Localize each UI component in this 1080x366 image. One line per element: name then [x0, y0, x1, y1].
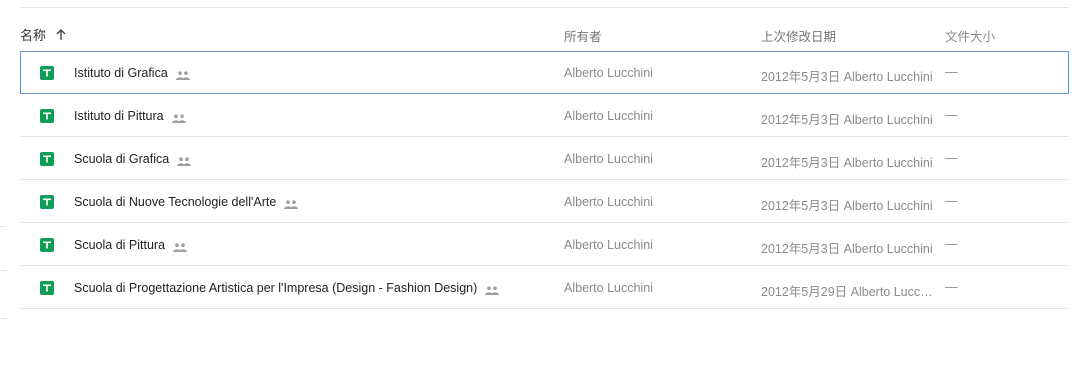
file-name: Scuola di Pittura: [74, 238, 188, 252]
file-size: —: [945, 108, 958, 122]
shared-people-icon: [177, 155, 192, 166]
file-name: Istituto di Grafica: [74, 66, 190, 80]
shared-people-icon: [485, 284, 500, 295]
file-modified: 2012年5月3日 Alberto Lucchini: [761, 199, 933, 213]
file-name-text: Istituto di Pittura: [74, 109, 164, 123]
file-name: Scuola di Progettazione Artistica per l'…: [74, 281, 500, 295]
file-list-page: 名称 所有者 上次修改日期 文件大小 Istituto di Grafica A…: [0, 0, 1080, 366]
file-owner: Alberto Lucchini: [564, 66, 653, 80]
file-row[interactable]: Scuola di Progettazione Artistica per l'…: [20, 266, 1069, 309]
file-row[interactable]: Scuola di Grafica Alberto Lucchini 2012年…: [20, 137, 1069, 180]
file-modified: 2012年5月3日 Alberto Lucchini: [761, 242, 933, 256]
file-modified: 2012年5月29日 Alberto Lucchini...: [761, 285, 939, 299]
file-name: Scuola di Grafica: [74, 152, 192, 166]
google-sheets-icon: [40, 66, 54, 80]
google-sheets-icon: [40, 152, 54, 166]
file-owner: Alberto Lucchini: [564, 195, 653, 209]
file-size: —: [945, 151, 958, 165]
google-sheets-icon: [40, 195, 54, 209]
file-modified: 2012年5月3日 Alberto Lucchini: [761, 113, 933, 127]
file-size: —: [945, 237, 958, 251]
file-name-text: Scuola di Progettazione Artistica per l'…: [74, 281, 478, 295]
file-name: Scuola di Nuove Tecnologie dell'Arte: [74, 195, 299, 209]
file-row[interactable]: Istituto di Grafica Alberto Lucchini 201…: [20, 51, 1069, 94]
edge-mark: [0, 226, 6, 227]
file-row[interactable]: Scuola di Nuove Tecnologie dell'Arte Alb…: [20, 180, 1069, 223]
file-size: —: [945, 194, 958, 208]
edge-mark: [0, 318, 6, 319]
file-row[interactable]: Scuola di Pittura Alberto Lucchini 2012年…: [20, 223, 1069, 266]
google-sheets-icon: [40, 109, 54, 123]
file-name-text: Scuola di Pittura: [74, 238, 166, 252]
shared-people-icon: [171, 112, 186, 123]
file-list: Istituto di Grafica Alberto Lucchini 201…: [20, 51, 1069, 309]
column-header-name[interactable]: 名称: [20, 25, 66, 44]
file-owner: Alberto Lucchini: [564, 238, 653, 252]
file-name-text: Scuola di Nuove Tecnologie dell'Arte: [74, 195, 277, 209]
shared-people-icon: [284, 198, 299, 209]
file-size: —: [945, 65, 958, 79]
google-sheets-icon: [40, 238, 54, 252]
file-modified: 2012年5月3日 Alberto Lucchini: [761, 70, 933, 84]
shared-people-icon: [173, 241, 188, 252]
file-name-text: Istituto di Grafica: [74, 66, 168, 80]
file-name-text: Scuola di Grafica: [74, 152, 170, 166]
column-header-size[interactable]: 文件大小: [945, 26, 995, 45]
edge-mark: [0, 270, 6, 271]
arrow-up-icon[interactable]: [56, 28, 66, 41]
file-name: Istituto di Pittura: [74, 109, 186, 123]
top-divider: [20, 7, 1069, 8]
file-owner: Alberto Lucchini: [564, 152, 653, 166]
left-edge-marks: [0, 0, 8, 366]
column-header-owner[interactable]: 所有者: [564, 26, 602, 45]
column-header-modified[interactable]: 上次修改日期: [761, 26, 836, 45]
file-row[interactable]: Istituto di Pittura Alberto Lucchini 201…: [20, 94, 1069, 137]
shared-people-icon: [175, 69, 190, 80]
column-header-row: 名称 所有者 上次修改日期 文件大小: [20, 20, 1069, 48]
google-sheets-icon: [40, 281, 54, 295]
column-header-name-label: 名称: [20, 28, 47, 43]
file-owner: Alberto Lucchini: [564, 281, 653, 295]
file-modified: 2012年5月3日 Alberto Lucchini: [761, 156, 933, 170]
file-size: —: [945, 280, 958, 294]
file-owner: Alberto Lucchini: [564, 109, 653, 123]
